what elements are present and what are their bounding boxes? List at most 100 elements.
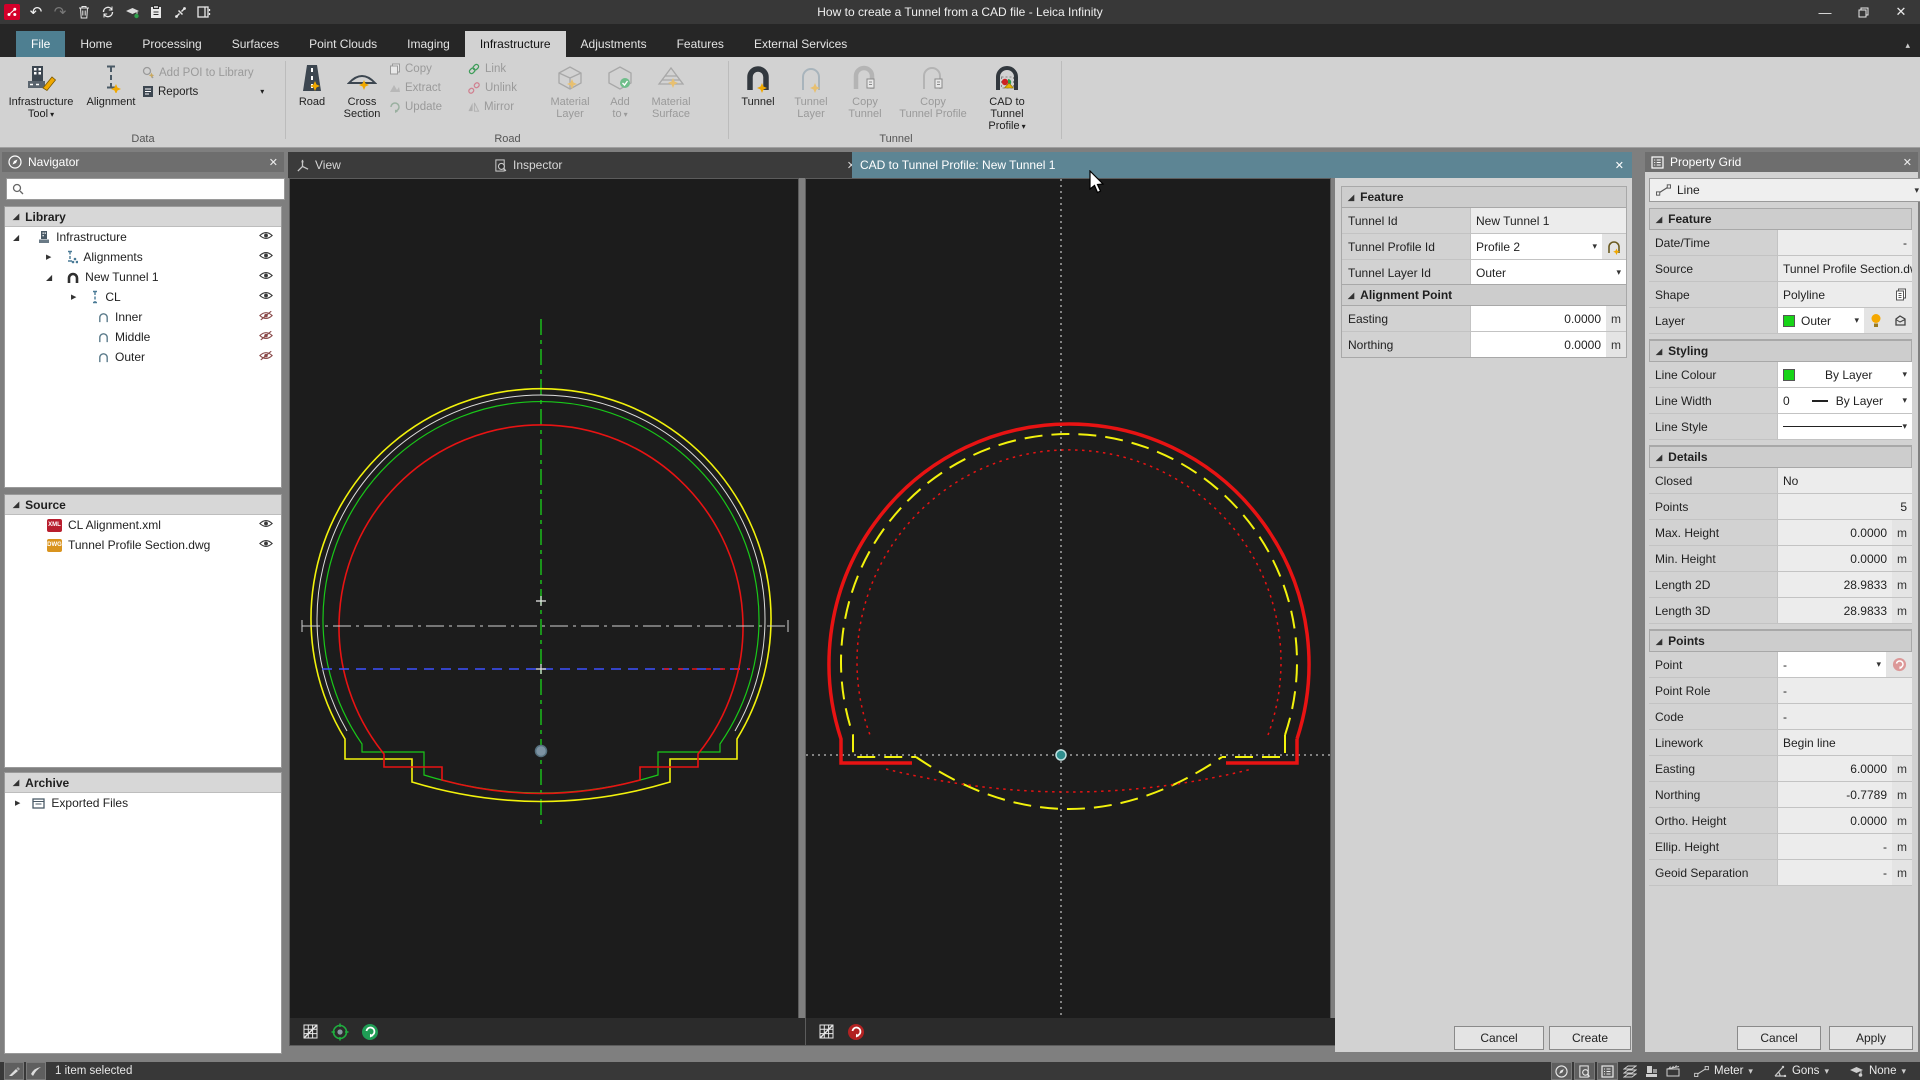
pg-points-header[interactable]: ◢Points [1649,630,1912,652]
search-input[interactable] [29,181,284,197]
copy-tunnel-button[interactable]: CopyTunnel [838,57,892,120]
status-layers-icon[interactable] [1620,1063,1640,1079]
cad-profile-canvas[interactable] [805,178,1331,1020]
visibility-eye-icon[interactable] [259,271,273,280]
pg-cancel-button[interactable]: Cancel [1737,1026,1821,1050]
visibility-eye-icon[interactable] [259,291,273,300]
unlink-button[interactable]: Unlink [467,78,541,97]
material-surface-button[interactable]: MaterialSurface [641,57,701,120]
status-tool-icon-1[interactable] [4,1062,24,1080]
angle-unit-select[interactable]: Gons▾ [1773,1065,1829,1077]
tab-cad-to-tunnel-profile[interactable]: CAD to Tunnel Profile: New Tunnel 1 ✕ [852,152,1632,178]
northing-input[interactable]: 0.0000 [1471,332,1606,357]
cad-feature-header[interactable]: ◢Feature [1342,187,1626,208]
tab-inspector[interactable]: Inspector ✕ [486,152,864,178]
pg-details-header[interactable]: ◢Details [1649,446,1912,468]
easting-input[interactable]: 0.0000 [1471,306,1606,331]
tree-item-alignments[interactable]: ▶ Alignments [5,247,281,267]
distance-unit-select[interactable]: Meter▾ [1694,1065,1753,1077]
add-poi-button[interactable]: Add POI to Library [142,63,280,82]
link-button[interactable]: Link [467,59,541,78]
infrastructure-tool-button[interactable]: InfrastructureTool▾ [2,57,80,121]
view-canvas[interactable] [289,178,799,1020]
restore-button[interactable] [1844,0,1882,24]
tab-infrastructure[interactable]: Infrastructure [465,31,566,57]
archive-section-header[interactable]: ◢Archive [5,773,281,793]
status-property-grid-toggle[interactable] [1597,1062,1618,1080]
tab-external-services[interactable]: External Services [739,31,862,57]
source-item-dwg[interactable]: DWG Tunnel Profile Section.dwg [5,535,281,555]
status-animation-icon[interactable] [1663,1063,1683,1079]
cad-cancel-button[interactable]: Cancel [1454,1026,1544,1050]
tunnel-button[interactable]: Tunnel [732,57,784,108]
visibility-eye-off-icon[interactable] [259,311,273,321]
point-refresh-icon[interactable] [1886,652,1912,677]
coord-system-select[interactable]: None▾ [1849,1065,1906,1077]
copy-tunnel-profile-button[interactable]: CopyTunnel Profile [892,57,974,120]
tree-item-new-tunnel-1[interactable]: ◢ New Tunnel 1 [5,267,281,287]
line-style-select[interactable]: ▾ [1778,414,1912,439]
feature-type-selector[interactable]: Line ▾ [1649,178,1920,202]
expander-icon[interactable]: ◢ [13,233,19,242]
source-item-xml[interactable]: XML CL Alignment.xml [5,515,281,535]
minimize-button[interactable]: — [1806,0,1844,24]
tab-point-clouds[interactable]: Point Clouds [294,31,392,57]
alignment-button[interactable]: Alignment [80,57,142,108]
navigator-search[interactable] [6,178,285,200]
zoom-fit-disabled-icon[interactable] [847,1023,865,1041]
tree-item-inner[interactable]: Inner [5,307,281,327]
zoom-fit-icon[interactable] [361,1023,379,1041]
visibility-eye-off-icon[interactable] [259,351,273,361]
visibility-eye-icon[interactable] [259,251,273,260]
reports-button[interactable]: Reports ▾ [142,82,280,101]
tab-surfaces[interactable]: Surfaces [217,31,294,57]
extract-button[interactable]: Extract [389,78,467,97]
ribbon-collapse-icon[interactable]: ▴ [1905,40,1910,51]
point-select[interactable]: -▾ [1778,652,1886,677]
tab-home[interactable]: Home [65,31,127,57]
tree-item-outer[interactable]: Outer [5,347,281,367]
cross-section-button[interactable]: CrossSection [335,57,389,120]
tree-item-cl[interactable]: ▶ CL [5,287,281,307]
status-tool-icon-2[interactable] [26,1062,46,1080]
copy-shape-icon[interactable] [1895,288,1907,301]
alignment-point-header[interactable]: ◢Alignment Point [1342,285,1626,306]
tunnel-layer-id-select[interactable]: Outer▾ [1471,260,1626,285]
status-navigator-toggle[interactable] [1551,1062,1572,1080]
pg-styling-header[interactable]: ◢Styling [1649,340,1912,362]
grid-toggle-icon[interactable] [818,1023,835,1040]
road-button[interactable]: Road [289,57,335,108]
tree-item-infrastructure[interactable]: ◢ Infrastructure [5,227,281,247]
expander-icon[interactable]: ▶ [15,799,20,807]
cad-create-button[interactable]: Create [1549,1026,1631,1050]
tab-adjustments[interactable]: Adjustments [566,31,662,57]
expander-icon[interactable]: ◢ [46,273,52,282]
material-layer-button[interactable]: MaterialLayer [541,57,599,120]
tab-imaging[interactable]: Imaging [392,31,465,57]
pg-apply-button[interactable]: Apply [1829,1026,1913,1050]
layer-state-icon[interactable] [1888,308,1912,333]
status-inspector-toggle[interactable] [1574,1062,1595,1080]
source-section-header[interactable]: ◢Source [5,495,281,515]
line-width-select[interactable]: 0By Layer▾ [1778,388,1912,413]
expander-icon[interactable]: ▶ [46,253,51,261]
snap-target-icon[interactable] [331,1023,349,1041]
tab-processing[interactable]: Processing [127,31,216,57]
grid-toggle-icon[interactable] [302,1023,319,1040]
mirror-button[interactable]: Mirror [467,97,541,116]
copy-button[interactable]: Copy [389,59,467,78]
cad-tab-close-icon[interactable]: ✕ [1615,159,1624,172]
update-button[interactable]: Update [389,97,467,116]
expander-icon[interactable]: ▶ [71,293,76,301]
layer-visibility-bulb-icon[interactable] [1864,308,1888,333]
tab-view[interactable]: View [288,152,498,178]
tab-file[interactable]: File [16,31,65,57]
reports-dropdown-icon[interactable]: ▾ [260,87,264,96]
visibility-eye-icon[interactable] [259,231,273,240]
navigator-close-icon[interactable]: ✕ [269,156,278,169]
visibility-eye-icon[interactable] [259,519,273,528]
new-profile-button[interactable] [1602,234,1626,259]
tab-features[interactable]: Features [662,31,739,57]
tunnel-profile-id-select[interactable]: Profile 2▾ [1471,234,1602,259]
archive-item-exported-files[interactable]: ▶ Exported Files [5,793,281,813]
